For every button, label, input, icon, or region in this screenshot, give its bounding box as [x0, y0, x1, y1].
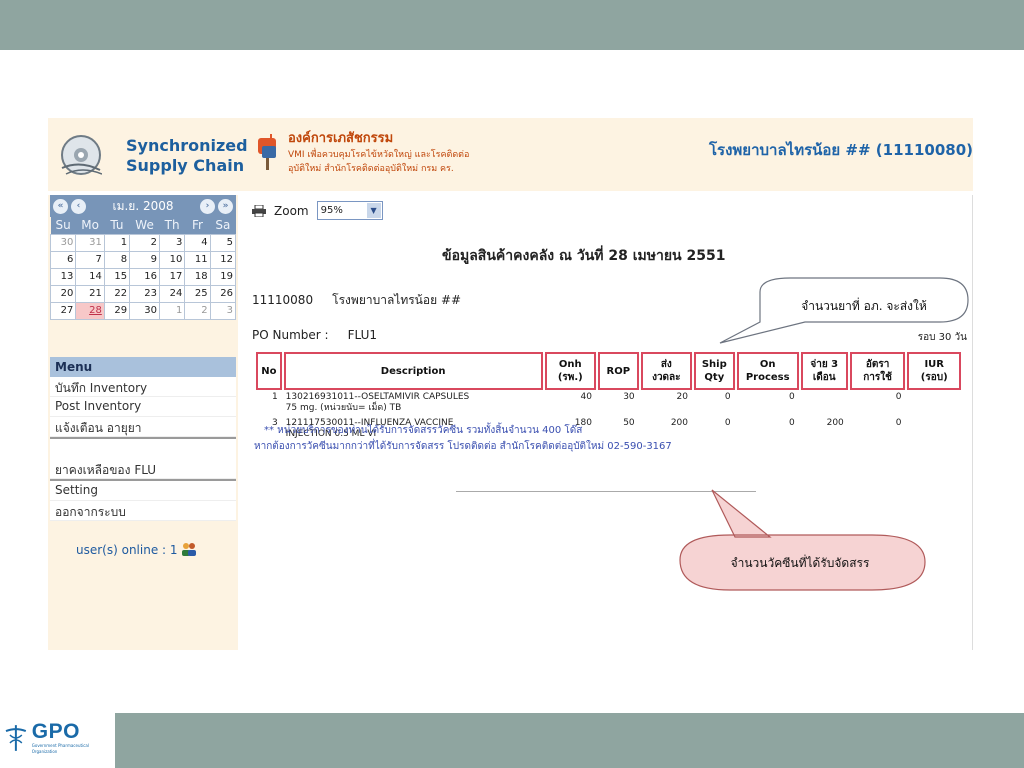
gpo-emblem-icon: [5, 725, 27, 751]
callout-vaccine-bubble: [679, 489, 926, 591]
gpo-logo-text: GPO: [31, 720, 80, 743]
gpo-logo: GPO Government Pharmaceutical Organizati…: [0, 708, 115, 768]
gpo-logo-subtext: Government Pharmaceutical Organization: [31, 743, 89, 754]
callout-ship-qty-text: จำนวนยาที่ อภ. จะส่งให้: [801, 299, 927, 313]
callout-vaccine-text: จำนวนวัคซีนที่ได้รับจัดสรร: [730, 556, 870, 570]
callout-layer: [679, 277, 969, 591]
slide-bottom-bar: [0, 713, 1024, 768]
